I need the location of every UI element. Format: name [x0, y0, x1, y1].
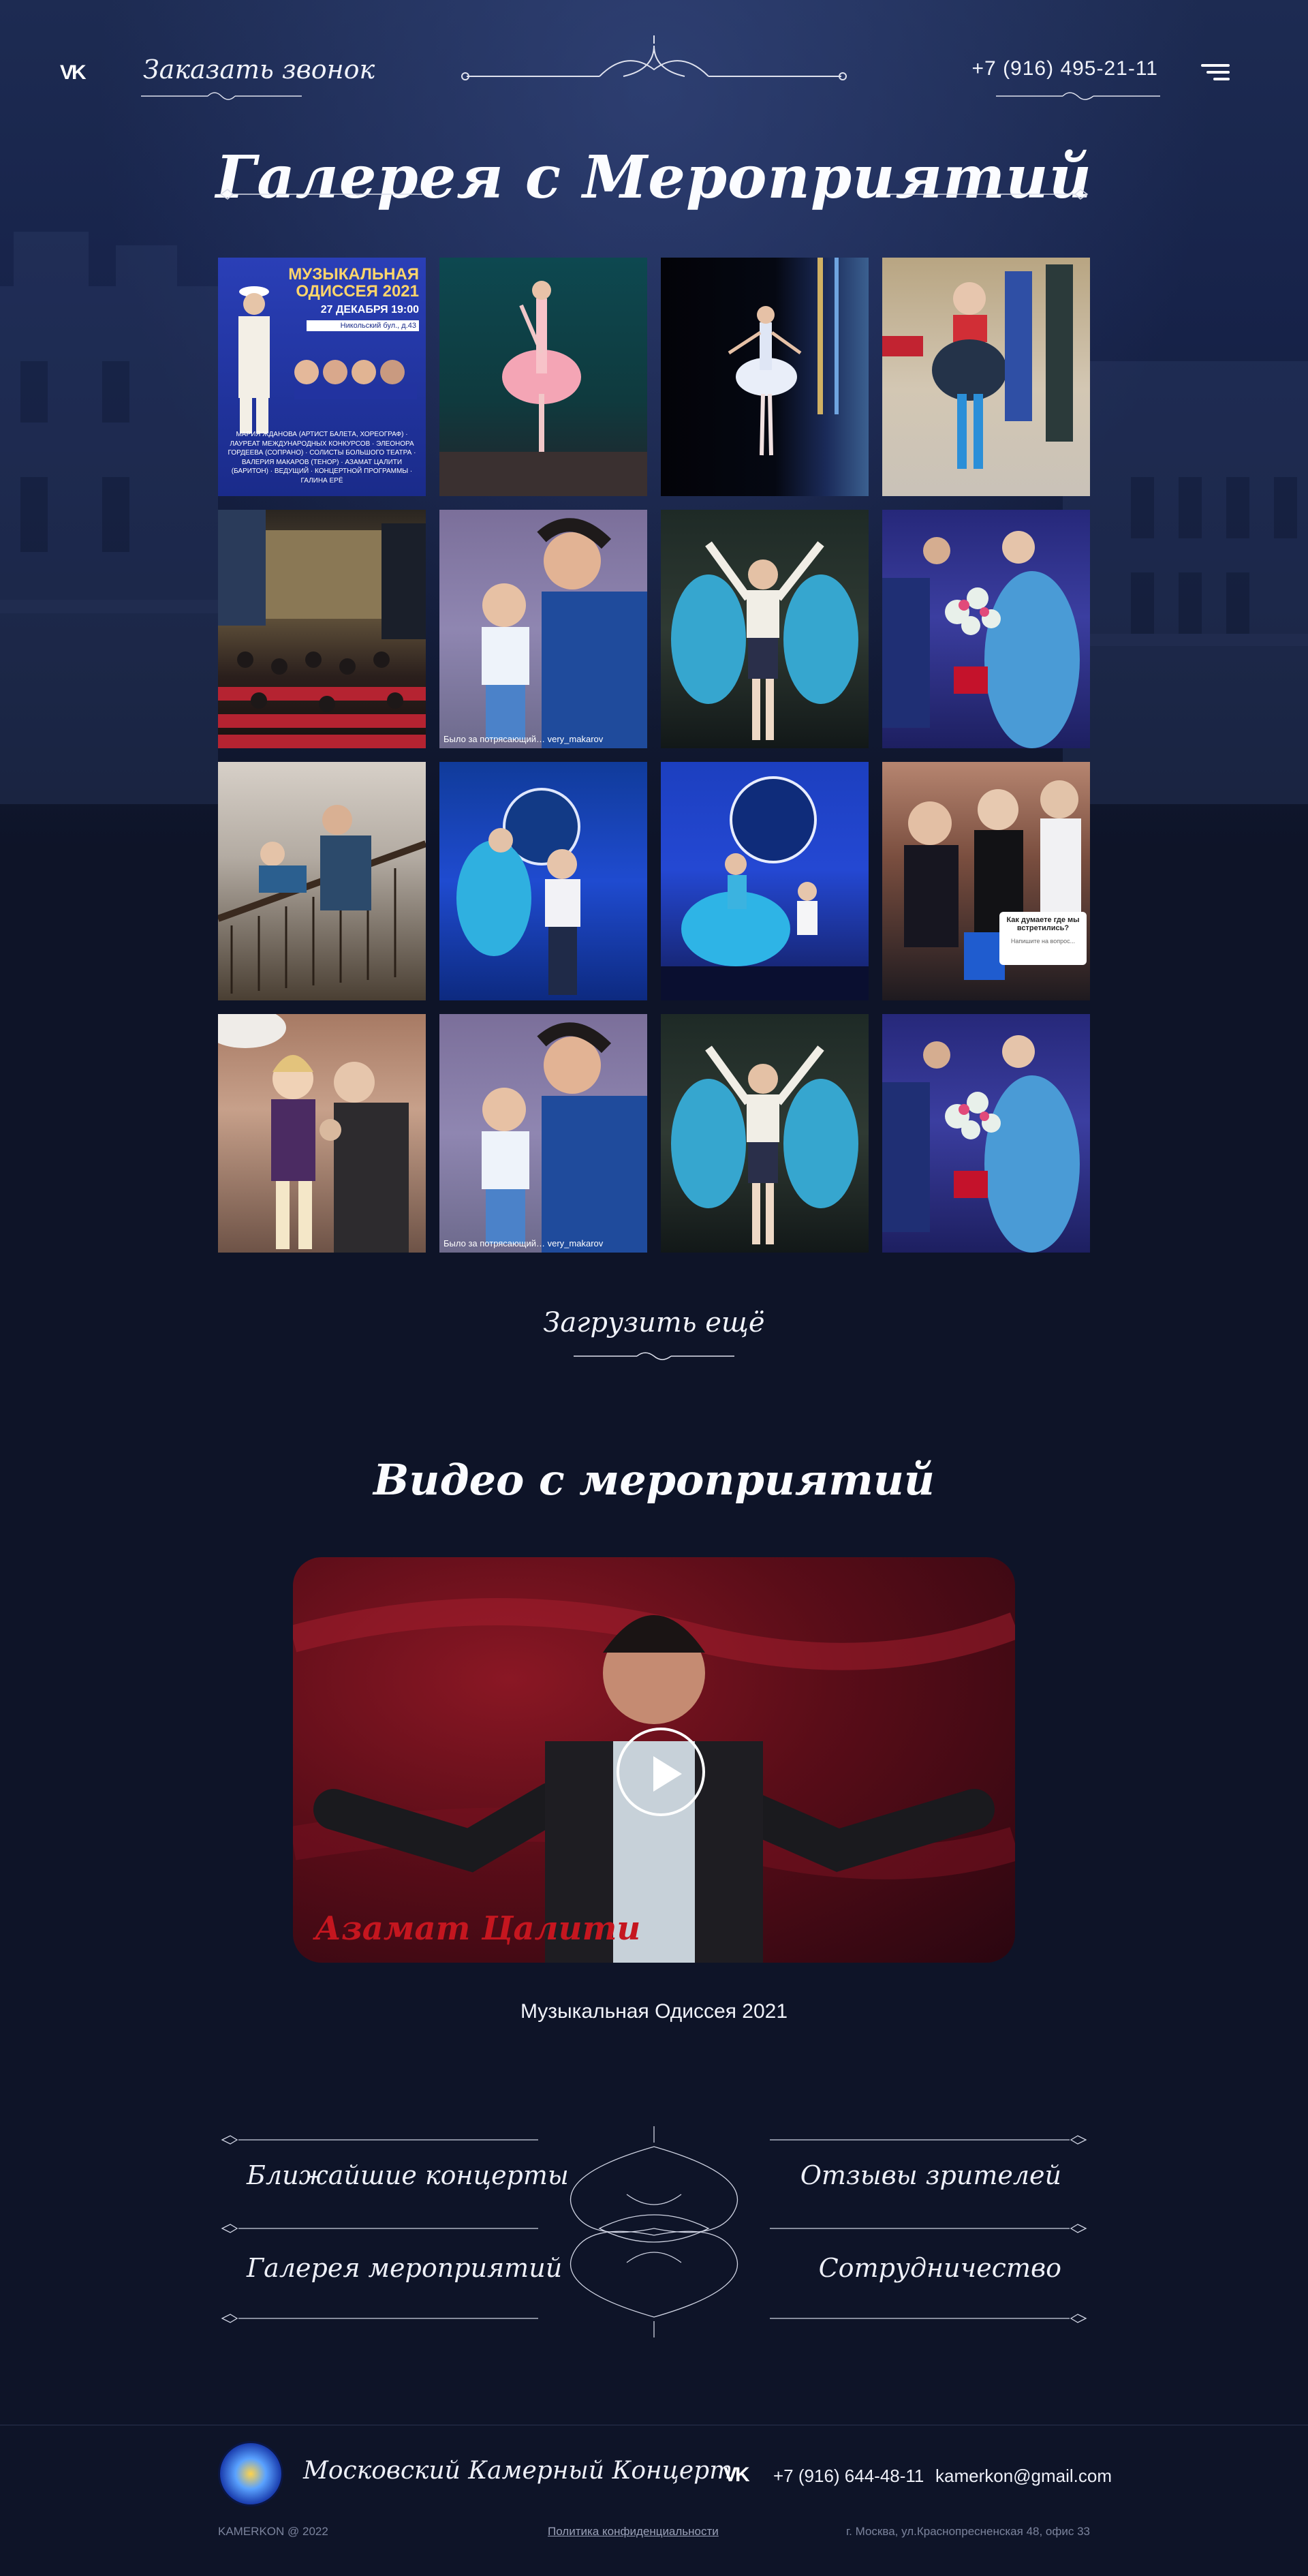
phone-underline-ornament	[996, 92, 1160, 100]
hall-audience	[218, 510, 426, 748]
video-player[interactable]: Азамат Цалити	[293, 1557, 1015, 1963]
ballerina-white-figure	[728, 258, 839, 456]
gallery-photo-concert-hall[interactable]	[218, 510, 426, 748]
org-name: Московский Камерный Концерт	[303, 2457, 733, 2485]
gallery-photo-flowers-bouquet-2[interactable]	[882, 1014, 1090, 1253]
play-icon[interactable]	[617, 1728, 705, 1816]
chat-bubble: Как думаете где мы встретились? Напишите…	[999, 912, 1087, 965]
video-overlay-name: Азамат Цалити	[315, 1910, 641, 1948]
gallery-photo-boy-stage[interactable]	[439, 762, 647, 1000]
photo-caption-2: Было за потрясающий… very_makarov	[443, 1238, 604, 1248]
site-header: VK Заказать звонок +7 (916) 495-21-11	[0, 35, 1308, 109]
man-boy-figures-2	[482, 1022, 647, 1253]
stage-figures	[456, 788, 580, 995]
chat-question: Как думаете где мы встретились?	[1006, 916, 1080, 932]
gallery-photo-girl-blue-dress-2[interactable]	[661, 1014, 869, 1253]
gallery-photo-ballerina-pink[interactable]	[439, 258, 647, 496]
dancer-figures	[661, 776, 869, 1000]
footer-vk-icon[interactable]: VK	[723, 2464, 750, 2487]
header-center-ornament	[461, 35, 847, 80]
footer-link-cooperation[interactable]: Сотрудничество	[819, 2253, 1061, 2283]
gallery-photo-man-with-boy[interactable]: Было за потрясающий… very_makarov	[439, 510, 647, 748]
footer-link-gallery[interactable]: Галерея мероприятий	[247, 2253, 562, 2283]
photo-caption: Было за потрясающий… very_makarov	[443, 734, 604, 744]
gallery-photo-flowers-bouquet[interactable]	[882, 510, 1090, 748]
footer-email[interactable]: kamerkon@gmail.com	[935, 2466, 1112, 2487]
video-section-title: Видео с мероприятий	[373, 1455, 935, 1505]
video-caption: Музыкальная Одиссея 2021	[520, 2000, 788, 2023]
gallery-photo-girl-floral-dress[interactable]	[882, 258, 1090, 496]
gallery-photo-kids-chat[interactable]: Как думаете где мы встретились? Напишите…	[882, 762, 1090, 1000]
footer-address: г. Москва, ул.Краснопресненская 48, офис…	[846, 2525, 1090, 2538]
footer-link-reviews[interactable]: Отзывы зрителей	[800, 2160, 1061, 2190]
poster-portraits	[294, 360, 417, 399]
ballerina-figure	[439, 281, 647, 496]
menu-line-2	[1206, 71, 1230, 74]
menu-line-1	[1201, 64, 1230, 67]
footer-nav-ornament	[221, 2126, 1087, 2337]
gallery-photo-girl-blue-dress[interactable]	[661, 510, 869, 748]
footer-phone[interactable]: +7 (916) 644-48-11	[773, 2466, 924, 2487]
callback-underline-ornament	[141, 92, 302, 100]
chat-answer: Напишите на вопрос...	[1010, 938, 1076, 945]
footer-link-upcoming[interactable]: Ближайшие концерты	[247, 2160, 569, 2190]
order-call-link[interactable]: Заказать звонок	[143, 55, 375, 85]
girl-blue-dress-figure-2	[671, 1045, 858, 1244]
gallery-photo-ballerina-white[interactable]	[661, 258, 869, 496]
gallery-photo-man-with-boy-2[interactable]: Было за потрясающий… very_makarov	[439, 1014, 647, 1253]
privacy-policy-link[interactable]: Политика конфиденциальности	[548, 2525, 719, 2539]
flowers-figures-2	[882, 1035, 1080, 1253]
org-logo[interactable]	[218, 2441, 283, 2506]
sailor-figure	[238, 286, 270, 433]
photo-gallery: МУЗЫКАЛЬНАЯ ОДИССЕЯ 2021 27 ДЕКАБРЯ 19:0…	[218, 258, 1090, 1253]
gallery-photo-dancer-stage[interactable]	[661, 762, 869, 1000]
poster-place: Никольский бул., д.43	[307, 320, 419, 332]
gallery-photo-poster[interactable]: МУЗЫКАЛЬНАЯ ОДИССЕЯ 2021 27 ДЕКАБРЯ 19:0…	[218, 258, 426, 496]
man-boy-figures	[482, 518, 647, 748]
load-more-button[interactable]: Загрузить ещё	[0, 1307, 1308, 1338]
menu-icon[interactable]	[1201, 64, 1230, 82]
gallery-photo-stairs[interactable]	[218, 762, 426, 1000]
girl-blue-dress-figure	[671, 541, 858, 740]
flowers-figures	[882, 531, 1080, 748]
vk-icon[interactable]: VK	[60, 61, 87, 85]
header-phone[interactable]: +7 (916) 495-21-11	[972, 57, 1158, 80]
girls-doll-figures	[218, 1014, 409, 1253]
footer-navigation: Ближайшие концерты Отзывы зрителей Галер…	[218, 2126, 1090, 2337]
stairs-figures	[218, 805, 426, 994]
load-more-ornament	[574, 1352, 734, 1360]
gallery-photo-girls-doll[interactable]	[218, 1014, 426, 1253]
poster-cast: МАРИЯ ЖДАНОВА (АРТИСТ БАЛЕТА, ХОРЕОГРАФ)…	[228, 431, 416, 485]
copyright: KAMERKON @ 2022	[218, 2525, 328, 2538]
menu-line-3	[1213, 78, 1230, 80]
children-figures	[882, 264, 1073, 469]
title-ornament-lines	[219, 189, 1089, 200]
